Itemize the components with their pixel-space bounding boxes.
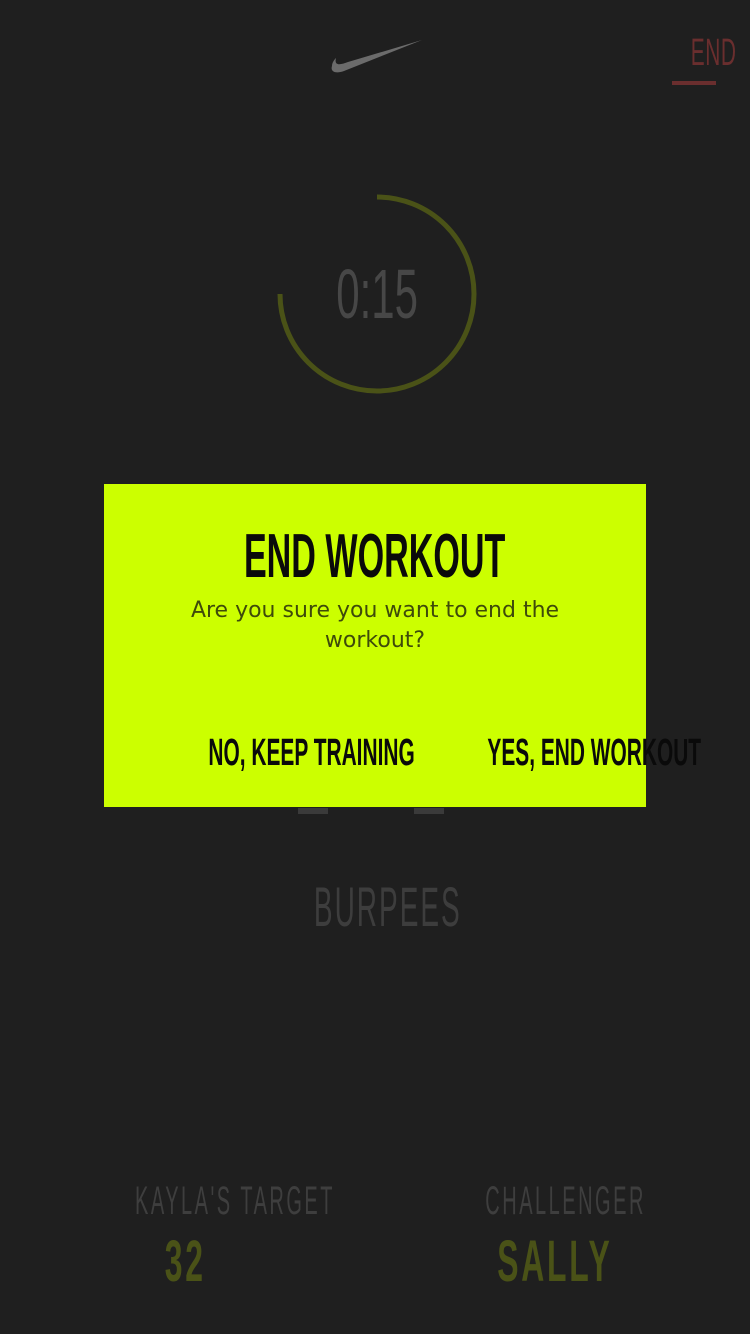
end-workout-button[interactable]: YES, END WORKOUT (400, 720, 701, 784)
workout-screen: END 0:15 BURPEES KAYLA'S TARGET 32 CHALL… (0, 0, 750, 1334)
timer: 0:15 (277, 194, 477, 394)
exercise-name: BURPEES (313, 875, 462, 938)
challenger-value: SALLY (497, 1229, 613, 1294)
rep-counter-background (298, 808, 458, 818)
end-link-underline (672, 81, 716, 85)
challenger-stat: CHALLENGER SALLY (405, 1176, 705, 1296)
timer-display: 0:15 (336, 255, 418, 333)
end-workout-link[interactable]: END (672, 30, 736, 85)
target-stat: KAYLA'S TARGET 32 (35, 1176, 335, 1296)
dialog-message: Are you sure you want to end the workout… (190, 598, 560, 653)
nike-swoosh-icon (331, 40, 422, 73)
target-label: KAYLA'S TARGET (134, 1179, 335, 1223)
end-link-label: END (690, 32, 737, 74)
target-value: 32 (164, 1229, 206, 1294)
keep-training-button[interactable]: NO, KEEP TRAINING (124, 720, 414, 784)
challenger-label: CHALLENGER (485, 1179, 646, 1223)
dialog-title: END WORKOUT (244, 522, 506, 591)
end-workout-dialog: END WORKOUT Are you sure you want to end… (104, 484, 701, 807)
